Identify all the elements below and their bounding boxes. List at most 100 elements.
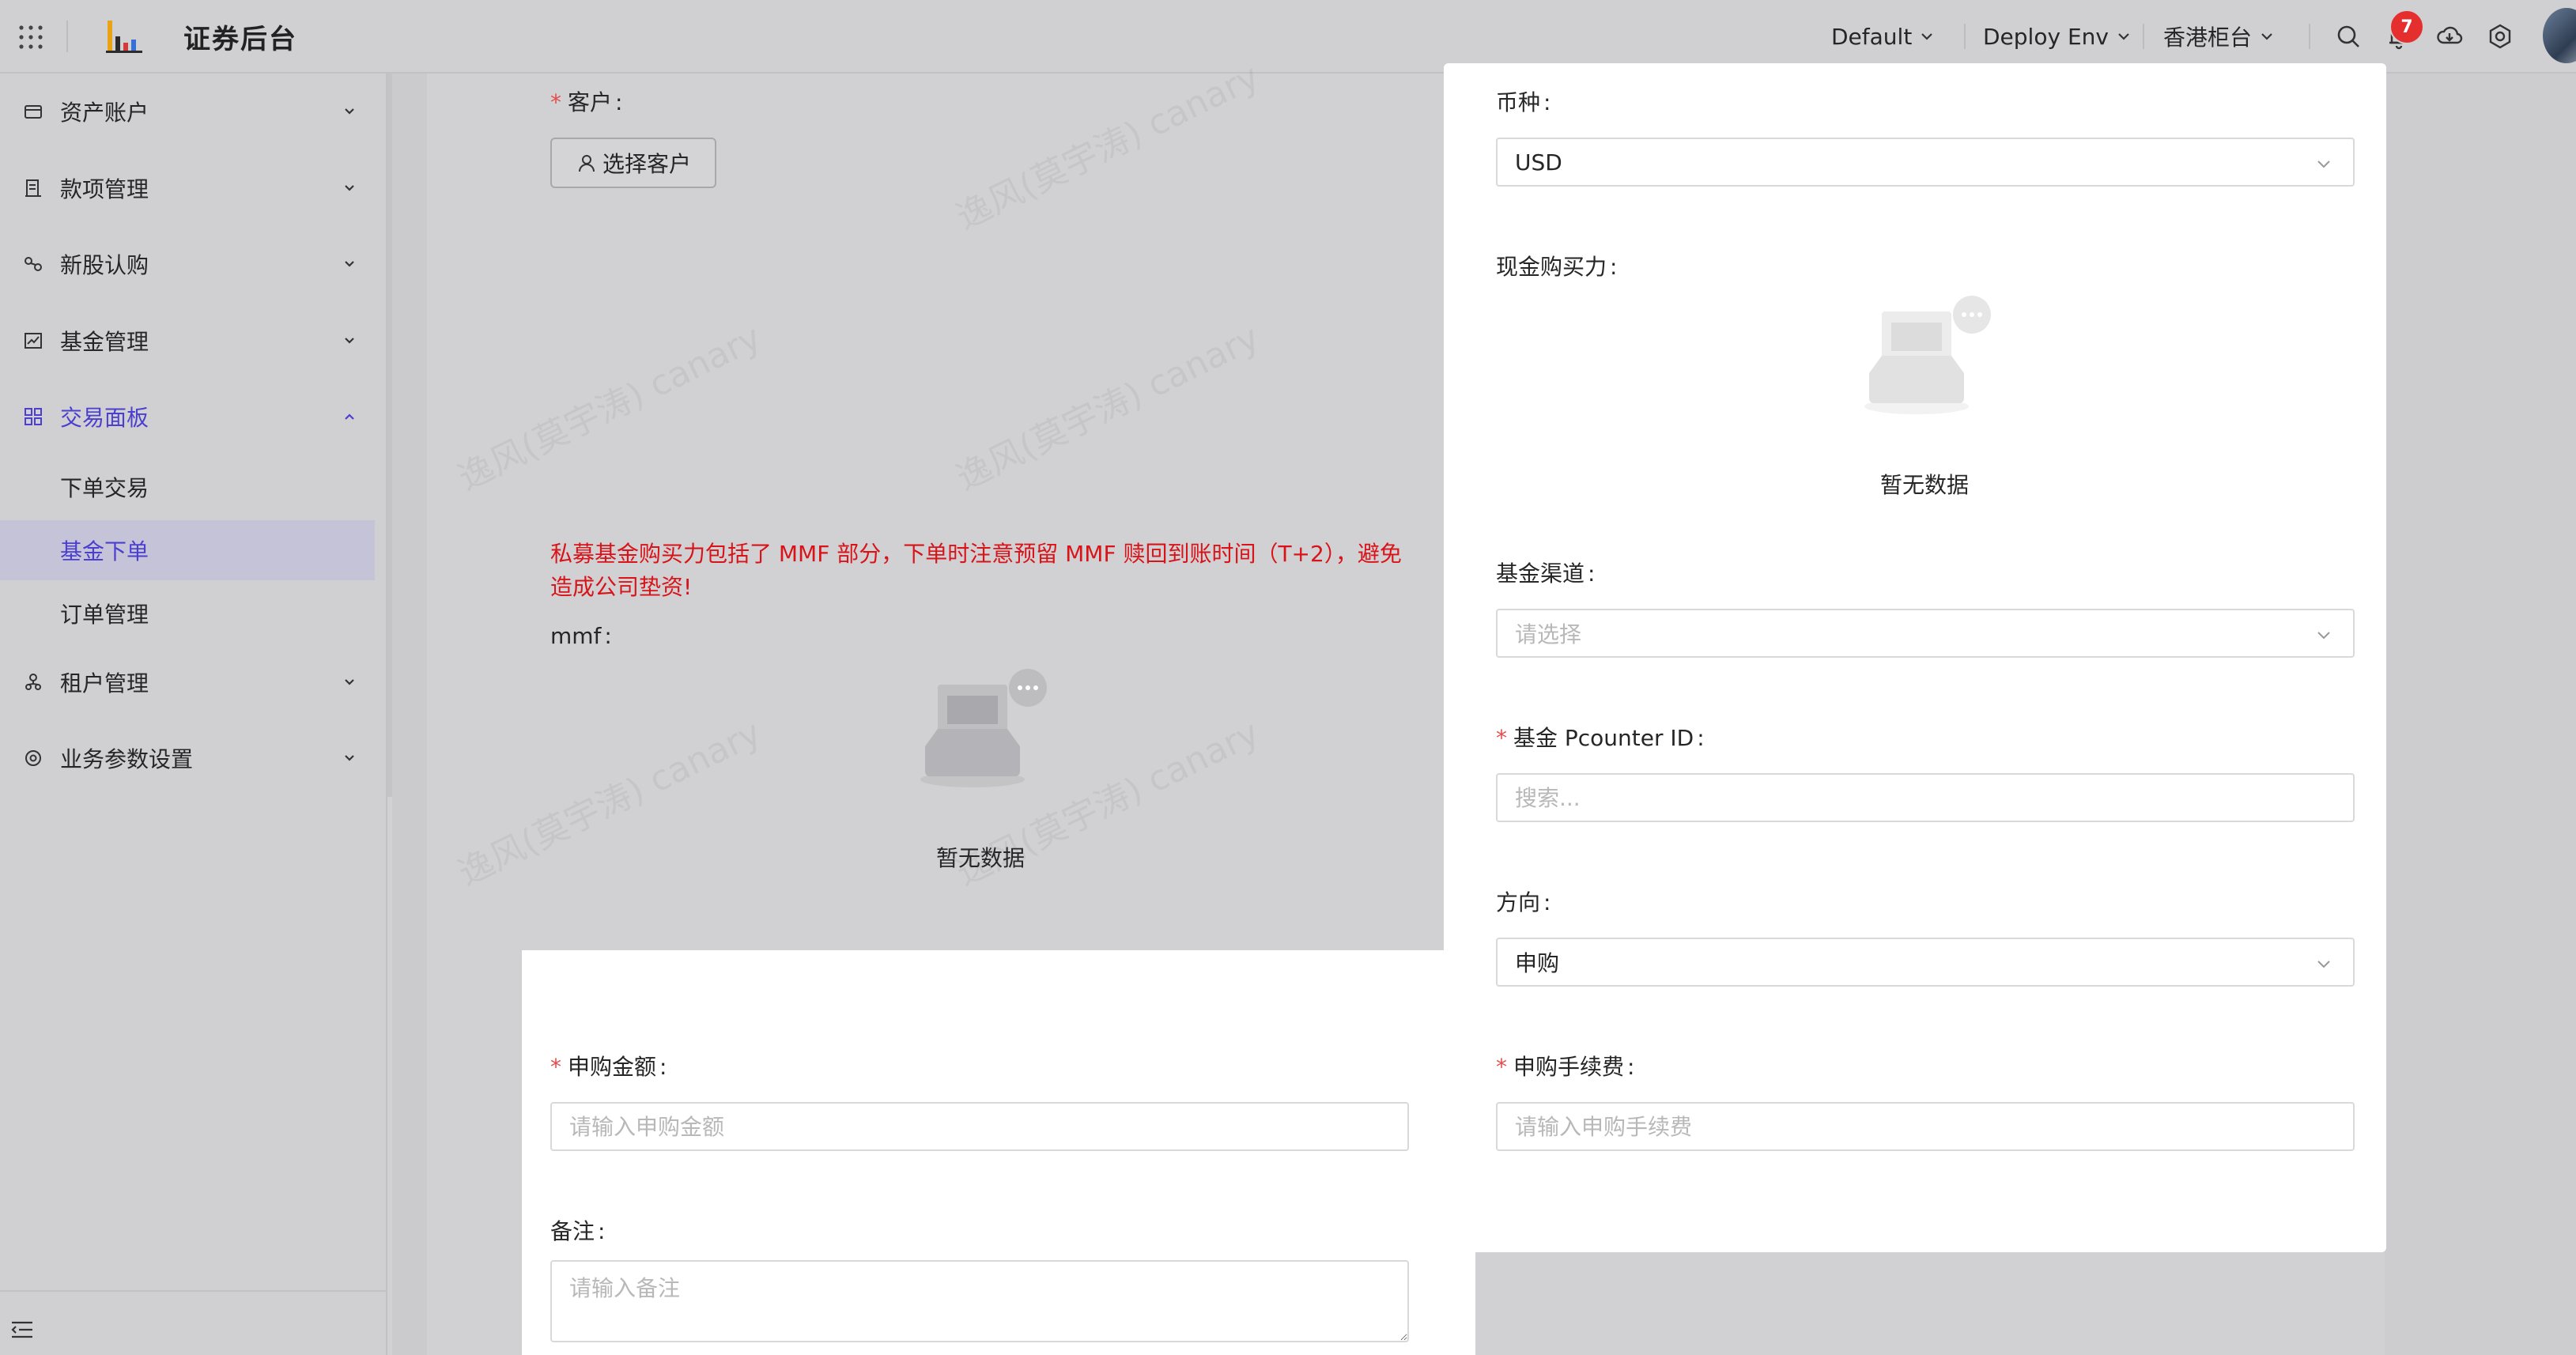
- cash-power-empty-text: 暂无数据: [1880, 472, 1970, 498]
- channel-select[interactable]: 请选择: [1496, 609, 2355, 658]
- chevron-down-icon: [2261, 33, 2272, 40]
- header-divider: [66, 21, 68, 52]
- cloud-download-icon[interactable]: [2435, 22, 2464, 51]
- sidebar-subitem-label: 基金下单: [60, 538, 149, 564]
- content-gutter: [392, 74, 427, 1355]
- required-mark: *: [550, 1054, 561, 1080]
- sidebar-item-label: 基金管理: [60, 329, 149, 355]
- counter-label: 香港柜台: [2163, 25, 2253, 51]
- select-client-button[interactable]: 选择客户: [550, 138, 716, 188]
- chevron-down-icon: [1921, 33, 1933, 40]
- collapse-menu-icon[interactable]: [9, 1319, 35, 1341]
- sidebar-item-label: 资产账户: [60, 100, 149, 126]
- sidebar-item-asset-accounts[interactable]: 资产账户: [0, 84, 387, 139]
- mmf-label: mmf:: [550, 623, 612, 649]
- chevron-down-icon: [345, 185, 354, 191]
- wallet-icon: [25, 105, 42, 119]
- app-title: 证券后台: [183, 24, 297, 55]
- empty-inbox-icon: [1864, 296, 1991, 414]
- sidebar-item-trading-panel[interactable]: 交易面板: [0, 389, 387, 444]
- sidebar-item-label: 交易面板: [60, 405, 149, 431]
- sidebar-subitem-order-trading[interactable]: 下单交易: [0, 457, 375, 517]
- pcounter-search-input[interactable]: [1496, 773, 2355, 822]
- chevron-down-icon: [345, 755, 354, 761]
- chevron-down-icon: [345, 261, 354, 267]
- currency-select[interactable]: USD: [1496, 138, 2355, 187]
- header-divider: [1964, 24, 1966, 49]
- sidebar-item-label: 新股认购: [60, 252, 149, 278]
- content-right-gutter: [2385, 74, 2576, 1355]
- header-divider: [2143, 24, 2144, 49]
- currency-label: 币种:: [1496, 89, 1551, 115]
- chevron-up-icon: [345, 413, 354, 420]
- fee-label-text: 申购手续费: [1513, 1054, 1625, 1080]
- chevron-down-icon: [2317, 632, 2330, 640]
- pcounter-label: * 基金 Pcounter ID:: [1496, 725, 1705, 751]
- chevron-down-icon: [345, 108, 354, 115]
- counter-dropdown[interactable]: 香港柜台: [2163, 21, 2274, 52]
- fee-label: * 申购手续费:: [1496, 1054, 1635, 1080]
- settings-icon: [25, 750, 41, 766]
- sidebar-subitem-order-management[interactable]: 订单管理: [0, 583, 375, 644]
- deploy-env-label: Deploy Env: [1983, 23, 2109, 50]
- sidebar-subitem-label: 订单管理: [60, 602, 149, 628]
- remark-textarea[interactable]: [550, 1260, 1409, 1342]
- direction-select-value: 申购: [1515, 950, 1560, 976]
- chart-icon: [25, 333, 42, 349]
- client-label: * 客户:: [550, 89, 623, 115]
- default-dropdown-label: Default: [1831, 23, 1913, 50]
- search-icon[interactable]: [2334, 22, 2363, 51]
- grid-icon: [25, 408, 42, 425]
- pcounter-label-text: 基金 Pcounter ID: [1513, 725, 1694, 751]
- sidebar-subitem-fund-order[interactable]: 基金下单: [0, 520, 375, 580]
- chevron-down-icon: [2317, 160, 2330, 168]
- sidebar-item-payments[interactable]: 款项管理: [0, 160, 387, 216]
- gear-icon[interactable]: [2486, 22, 2514, 51]
- currency-select-value: USD: [1515, 149, 1562, 176]
- sidebar-item-label: 款项管理: [60, 176, 149, 202]
- notification-badge: 7: [2389, 9, 2424, 44]
- user-icon: [578, 155, 595, 172]
- sidebar-subitem-label: 下单交易: [60, 475, 149, 501]
- bar-chart-logo-icon: [106, 21, 142, 53]
- required-mark: *: [1496, 725, 1507, 751]
- ipo-icon: [25, 257, 42, 271]
- sidebar-item-label: 业务参数设置: [60, 746, 194, 772]
- chevron-down-icon: [345, 679, 354, 685]
- required-mark: *: [550, 89, 561, 115]
- channel-label-text: 基金渠道: [1496, 560, 1585, 587]
- fund-warning-text: 私募基金购买力包括了 MMF 部分，下单时注意预留 MMF 赎回到账时间（T+2…: [550, 541, 1402, 600]
- empty-inbox-icon: [920, 669, 1047, 787]
- deploy-env-dropdown[interactable]: Deploy Env: [1983, 21, 2131, 52]
- ledger-icon: [25, 179, 41, 197]
- sidebar-item-ipo[interactable]: 新股认购: [0, 236, 387, 292]
- chevron-down-icon: [2118, 33, 2129, 40]
- amount-label: * 申购金额:: [550, 1054, 667, 1080]
- apps-grid-icon[interactable]: [17, 24, 44, 51]
- currency-label-text: 币种: [1496, 89, 1541, 115]
- cash-power-label-text: 现金购买力: [1496, 254, 1607, 280]
- direction-label: 方向:: [1496, 889, 1551, 915]
- mmf-empty-text: 暂无数据: [936, 845, 1025, 871]
- amount-input[interactable]: [550, 1102, 1409, 1151]
- fee-input[interactable]: [1496, 1102, 2355, 1151]
- sidebar-item-tenant-management[interactable]: 租户管理: [0, 655, 387, 710]
- chevron-down-icon: [345, 338, 354, 344]
- header-divider: [2309, 24, 2310, 49]
- direction-select[interactable]: 申购: [1496, 938, 2355, 987]
- channel-label: 基金渠道:: [1496, 560, 1596, 587]
- select-client-label: 选择客户: [602, 151, 691, 177]
- sidebar-item-fund-management[interactable]: 基金管理: [0, 313, 387, 368]
- required-mark: *: [1496, 1054, 1507, 1080]
- channel-select-placeholder: 请选择: [1515, 621, 1582, 647]
- users-icon: [25, 674, 41, 690]
- remark-label: 备注:: [550, 1218, 606, 1244]
- user-avatar[interactable]: [2543, 8, 2576, 63]
- cash-power-label: 现金购买力:: [1496, 254, 1618, 280]
- direction-label-text: 方向: [1496, 889, 1541, 915]
- chevron-down-icon: [2317, 961, 2330, 968]
- default-dropdown[interactable]: Default: [1831, 21, 1934, 52]
- mmf-label-text: mmf: [550, 623, 602, 649]
- sidebar-item-business-settings[interactable]: 业务参数设置: [0, 730, 387, 786]
- sidebar-divider: [0, 1290, 387, 1292]
